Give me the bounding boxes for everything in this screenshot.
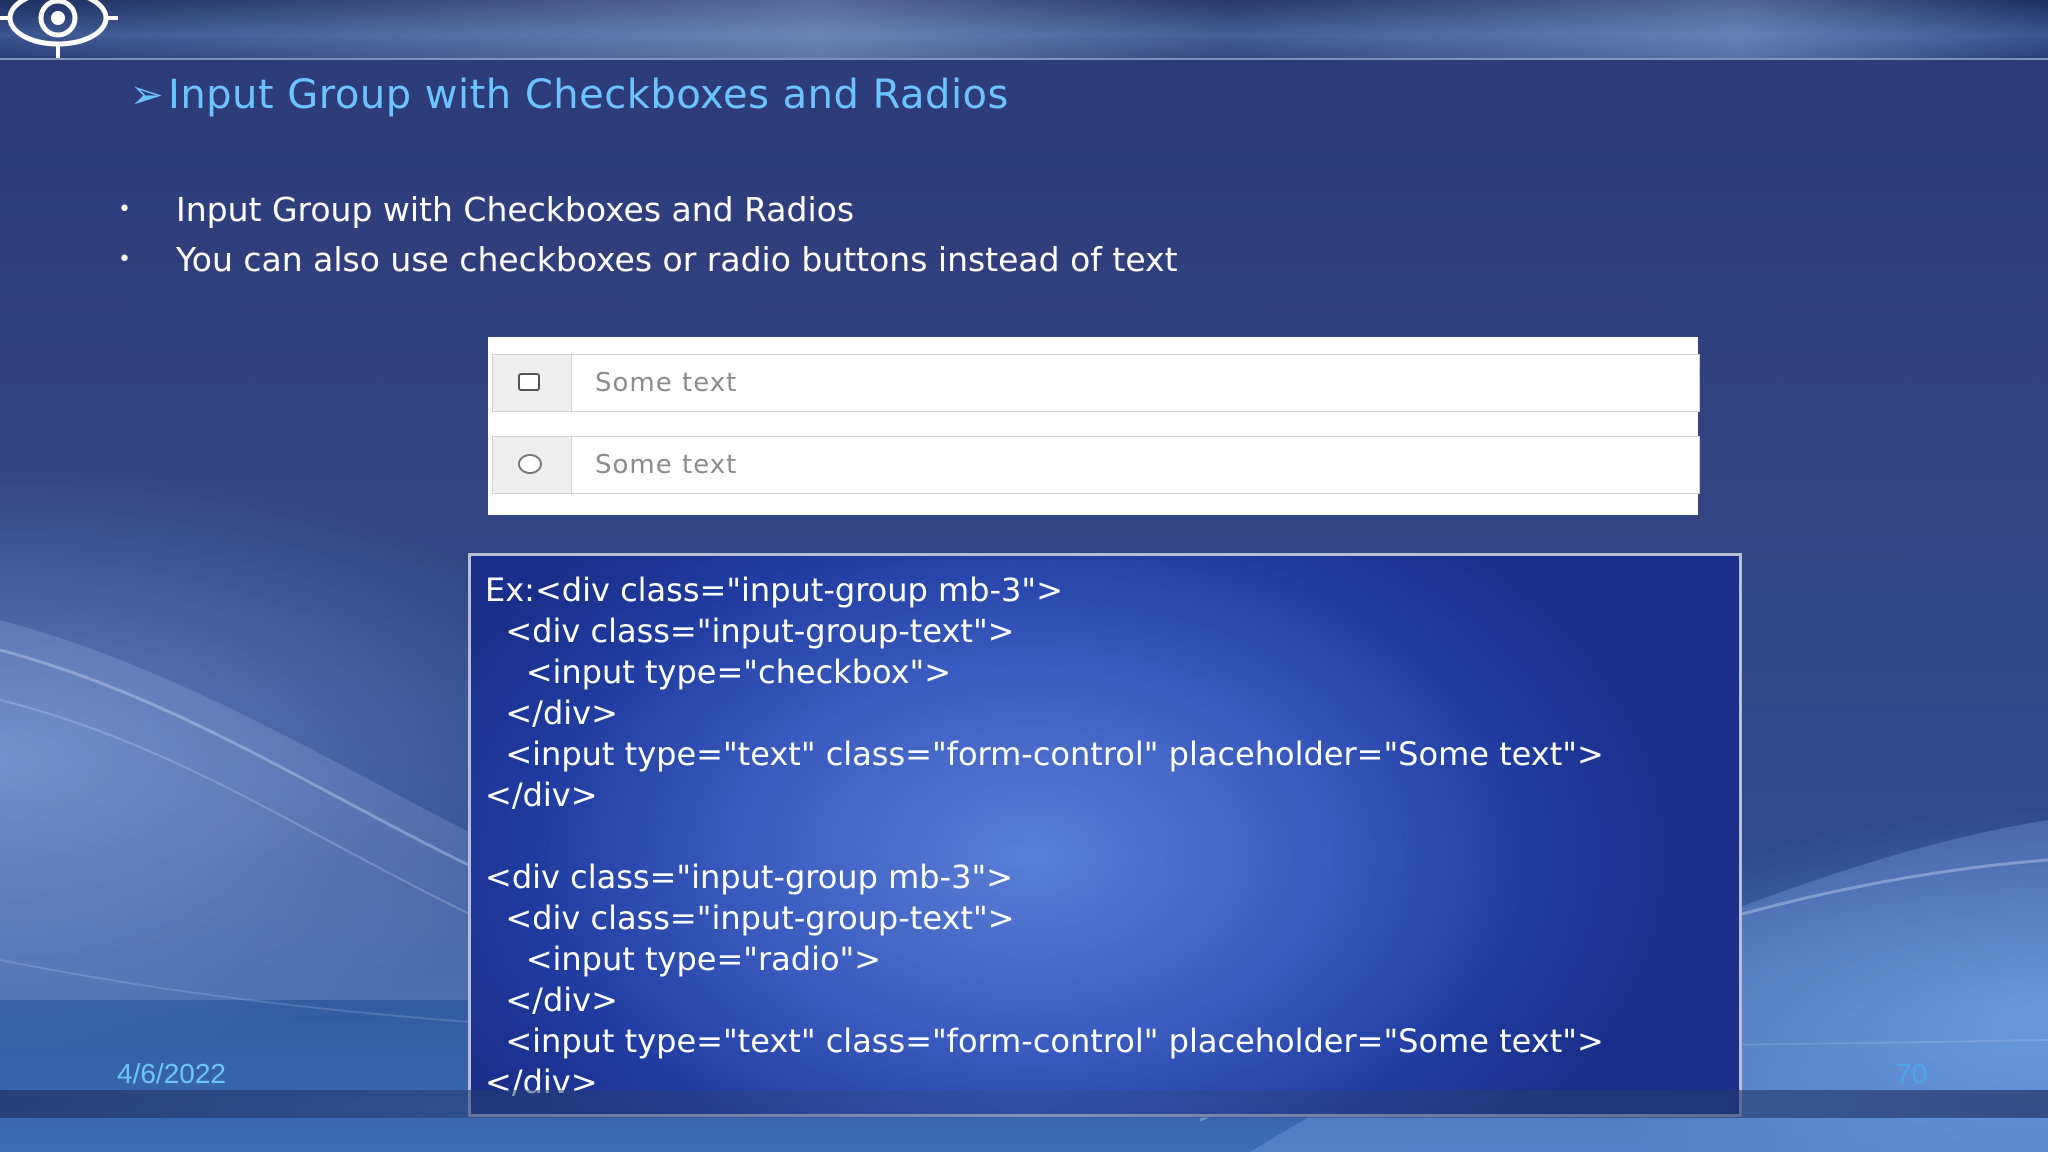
- checkbox[interactable]: [518, 373, 540, 391]
- code-example-box: Ex:<div class="input-group mb-3"> <div c…: [468, 553, 1742, 1117]
- radio-button[interactable]: [518, 454, 542, 474]
- eye-logo-icon: [0, 0, 118, 58]
- bullet-dot-icon: •: [118, 197, 131, 222]
- input-group-radio: Some text: [492, 436, 1700, 494]
- title-text: Input Group with Checkboxes and Radios: [168, 72, 1009, 118]
- bullet-text: You can also use checkboxes or radio but…: [176, 240, 1178, 279]
- slide-title: ➢ Input Group with Checkboxes and Radios: [130, 72, 1009, 118]
- bullet-item: • Input Group with Checkboxes and Radios: [118, 185, 1618, 235]
- text-input-placeholder[interactable]: Some text: [595, 450, 737, 480]
- input-group-addon: [493, 355, 572, 411]
- bullet-item: • You can also use checkboxes or radio b…: [118, 235, 1618, 285]
- slide: ➢ Input Group with Checkboxes and Radios …: [0, 0, 2048, 1152]
- input-group-checkbox: Some text: [492, 354, 1700, 412]
- text-input-placeholder[interactable]: Some text: [595, 368, 737, 398]
- header-band: [0, 0, 2048, 60]
- code-text: Ex:<div class="input-group mb-3"> <div c…: [485, 571, 1604, 1101]
- bullet-list: • Input Group with Checkboxes and Radios…: [118, 185, 1618, 285]
- bullet-text: Input Group with Checkboxes and Radios: [176, 190, 855, 229]
- slide-date: 4/6/2022: [117, 1058, 226, 1089]
- input-group-addon: [493, 437, 572, 493]
- bullet-dot-icon: •: [118, 247, 131, 272]
- page-number: 70: [1896, 1058, 1928, 1089]
- title-arrow-icon: ➢: [130, 72, 165, 118]
- footer-band: [0, 1090, 2048, 1118]
- demo-screenshot: Some text Some text: [488, 337, 1700, 515]
